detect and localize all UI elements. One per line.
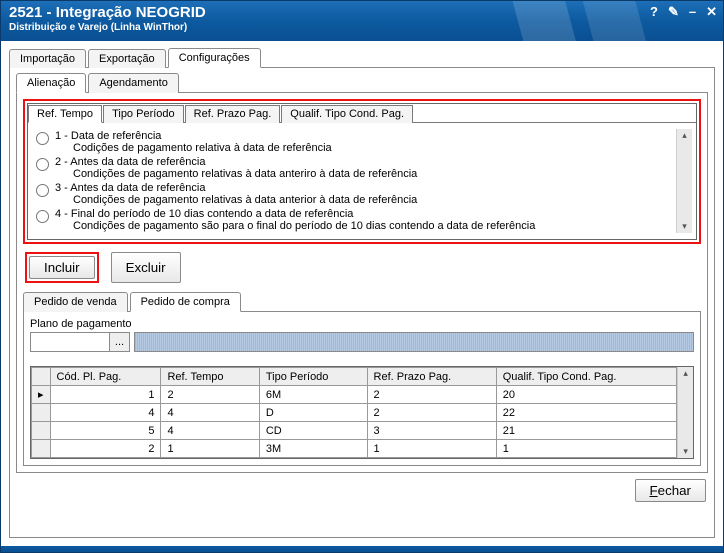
tab-configuracoes[interactable]: Configurações [168,48,261,68]
help-icon[interactable]: ? [650,4,658,20]
config-subtabs: Alienação Agendamento [16,72,708,92]
option-desc-1: Codições de pagamento relativa à data de… [55,142,332,154]
titlebar: 2521 - Integração NEOGRID Distribuição e… [1,1,723,41]
grid-h-cod[interactable]: Cód. Pl. Pag. [50,368,161,386]
option-radio-2[interactable] [36,158,49,171]
plano-pagamento-progress [134,332,694,352]
alienacao-panel: Ref. Tempo Tipo Período Ref. Prazo Pag. … [16,92,708,473]
cell-ref[interactable]: 4 [161,422,259,440]
tab-pedido-compra[interactable]: Pedido de compra [130,292,241,312]
grid-h-ref[interactable]: Ref. Tempo [161,368,259,386]
option-row-1[interactable]: 1 - Data de referência Codições de pagam… [34,129,676,155]
cell-qualif[interactable]: 20 [496,386,677,404]
scroll-down-icon[interactable]: ▾ [682,222,687,231]
table-row[interactable]: 5 4 CD 3 21 [32,422,677,440]
option-radio-4[interactable] [36,210,49,223]
option-desc-3: Condições de pagamento relativas à data … [55,194,417,206]
cell-tipo[interactable]: CD [259,422,367,440]
opt-tab-ref-tempo[interactable]: Ref. Tempo [28,105,102,123]
options-scrollbar[interactable]: ▴ ▾ [676,129,692,233]
window-subtitle: Distribuição e Varejo (Linha WinThor) [9,22,715,33]
cell-cod[interactable]: 5 [50,422,161,440]
plano-pagamento-picker-button[interactable]: ... [110,332,130,352]
plano-pagamento-input[interactable] [30,332,110,352]
cell-prazo[interactable]: 1 [367,440,496,458]
fechar-button[interactable]: Fechar [635,479,707,502]
footer-buttons: Fechar [16,473,708,504]
option-desc-2: Condições de pagamento relativas à data … [55,168,417,180]
table-row[interactable]: ▸ 1 2 6M 2 20 [32,386,677,404]
option-radio-1[interactable] [36,132,49,145]
option-title-2: 2 - Antes da data de referência [55,156,205,168]
app-window: 2521 - Integração NEOGRID Distribuição e… [0,0,724,553]
option-title-4: 4 - Final do período de 10 dias contendo… [55,208,353,220]
payment-plan-grid[interactable]: Cód. Pl. Pag. Ref. Tempo Tipo Período Re… [31,367,677,458]
grid-h-tipo[interactable]: Tipo Período [259,368,367,386]
ref-options-highlight: Ref. Tempo Tipo Período Ref. Prazo Pag. … [23,99,701,244]
cell-ref[interactable]: 1 [161,440,259,458]
cell-ref[interactable]: 2 [161,386,259,404]
pedido-compra-panel: Plano de pagamento ... Có [23,311,701,466]
cell-prazo[interactable]: 2 [367,386,496,404]
cell-qualif[interactable]: 21 [496,422,677,440]
cell-cod[interactable]: 2 [50,440,161,458]
minimize-icon[interactable]: – [689,4,696,20]
cell-qualif[interactable]: 22 [496,404,677,422]
edit-icon[interactable]: ✎ [668,4,679,20]
cell-qualif[interactable]: 1 [496,440,677,458]
bottom-bar [1,546,723,552]
option-title-1: 1 - Data de referência [55,130,161,142]
row-marker-icon: ▸ [32,386,51,404]
tab-importacao[interactable]: Importação [9,49,86,68]
table-row[interactable]: 4 4 D 2 22 [32,404,677,422]
option-body: 1 - Data de referência Codições de pagam… [28,123,696,239]
grid-wrap: Cód. Pl. Pag. Ref. Tempo Tipo Período Re… [30,366,694,459]
tab-pedido-venda[interactable]: Pedido de venda [23,292,128,312]
scroll-down-icon[interactable]: ▾ [683,447,688,456]
client-area: Importação Exportação Configurações Alie… [1,41,723,546]
subtab-alienacao[interactable]: Alienação [16,73,86,93]
excluir-button[interactable]: Excluir [111,252,181,283]
include-exclude-row: Incluir Excluir [23,244,701,285]
incluir-button[interactable]: Incluir [29,256,95,279]
ref-options-box: Ref. Tempo Tipo Período Ref. Prazo Pag. … [27,103,697,240]
tab-exportacao[interactable]: Exportação [88,49,166,68]
cell-tipo[interactable]: 3M [259,440,367,458]
cell-prazo[interactable]: 3 [367,422,496,440]
opt-tab-qualif[interactable]: Qualif. Tipo Cond. Pag. [281,105,413,123]
opt-tab-tipo-periodo[interactable]: Tipo Período [103,105,184,123]
grid-h-qualif[interactable]: Qualif. Tipo Cond. Pag. [496,368,677,386]
cell-prazo[interactable]: 2 [367,404,496,422]
grid-rowhead-header [32,368,51,386]
cell-tipo[interactable]: D [259,404,367,422]
opt-tab-ref-prazo[interactable]: Ref. Prazo Pag. [185,105,281,123]
cell-cod[interactable]: 4 [50,404,161,422]
cell-ref[interactable]: 4 [161,404,259,422]
close-icon[interactable]: ✕ [706,4,717,20]
window-title: 2521 - Integração NEOGRID [9,4,715,21]
option-row-4[interactable]: 4 - Final do período de 10 dias contendo… [34,207,676,233]
table-row[interactable]: 2 1 3M 1 1 [32,440,677,458]
main-tabs: Importação Exportação Configurações [9,47,715,67]
option-row-3[interactable]: 3 - Antes da data de referência Condiçõe… [34,181,676,207]
plano-pagamento-label: Plano de pagamento [30,318,694,330]
plano-pagamento-row: Plano de pagamento ... [30,318,694,352]
option-title-3: 3 - Antes da data de referência [55,182,205,194]
scroll-up-icon[interactable]: ▴ [682,131,687,140]
window-controls: ? ✎ – ✕ [650,4,717,20]
option-desc-4: Condições de pagamento são para o final … [55,220,535,232]
option-radio-3[interactable] [36,184,49,197]
cell-tipo[interactable]: 6M [259,386,367,404]
scroll-up-icon[interactable]: ▴ [683,369,688,378]
lower-tabs: Pedido de venda Pedido de compra [23,291,701,311]
option-list: 1 - Data de referência Codições de pagam… [34,129,676,233]
grid-scrollbar[interactable]: ▴ ▾ [677,367,693,458]
subtab-agendamento[interactable]: Agendamento [88,73,179,93]
option-tabs: Ref. Tempo Tipo Período Ref. Prazo Pag. … [28,104,696,123]
option-row-2[interactable]: 2 - Antes da data de referência Condiçõe… [34,155,676,181]
config-panel: Alienação Agendamento Ref. Tempo Tipo Pe… [9,67,715,538]
cell-cod[interactable]: 1 [50,386,161,404]
grid-h-prazo[interactable]: Ref. Prazo Pag. [367,368,496,386]
